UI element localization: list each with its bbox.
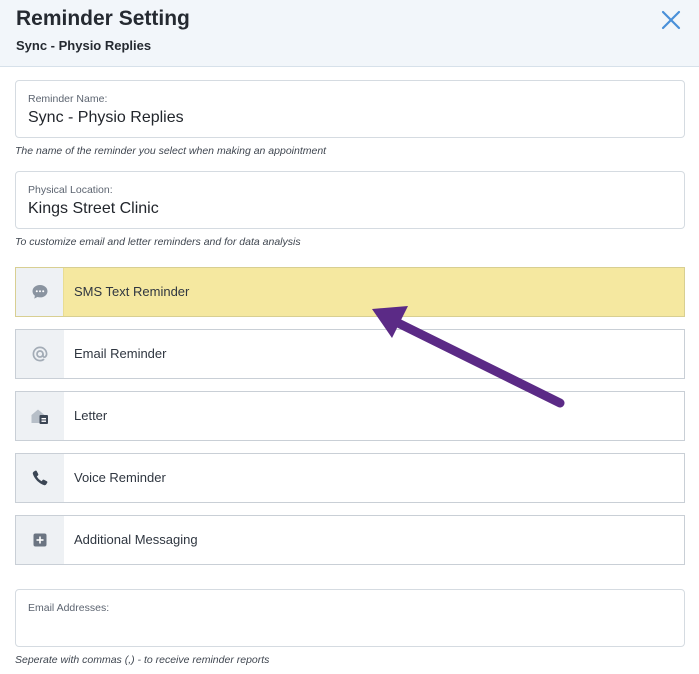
physical-location-field[interactable]: Physical Location: Kings Street Clinic	[15, 171, 685, 229]
dialog-header: Reminder Setting Sync - Physio Replies	[0, 0, 699, 67]
plus-square-icon	[33, 533, 47, 547]
email-addresses-hint: Seperate with commas (,) - to receive re…	[15, 654, 270, 666]
email-addresses-label: Email Addresses:	[28, 602, 110, 614]
letter-icon	[31, 409, 48, 424]
letter-label: Letter	[74, 408, 108, 423]
chat-bubble-icon	[32, 285, 47, 299]
additional-messaging-icon-cell	[16, 516, 64, 564]
physical-location-hint: To customize email and letter reminders …	[15, 236, 301, 248]
email-addresses-field[interactable]: Email Addresses:	[15, 589, 685, 647]
dialog-title: Reminder Setting	[16, 7, 190, 30]
reminder-name-hint: The name of the reminder you select when…	[15, 145, 327, 157]
reminder-name-label: Reminder Name:	[28, 93, 108, 105]
voice-icon-cell	[16, 454, 64, 502]
letter-icon-cell	[16, 392, 64, 440]
letter-row[interactable]: Letter	[15, 391, 685, 441]
reminder-name-field[interactable]: Reminder Name: Sync - Physio Replies	[15, 80, 685, 138]
reminder-name-value[interactable]: Sync - Physio Replies	[28, 109, 184, 127]
physical-location-label: Physical Location:	[28, 184, 113, 196]
voice-reminder-row[interactable]: Voice Reminder	[15, 453, 685, 503]
sms-text-reminder-label: SMS Text Reminder	[74, 284, 190, 299]
voice-reminder-label: Voice Reminder	[74, 470, 166, 485]
at-sign-icon	[32, 346, 48, 362]
email-reminder-row[interactable]: Email Reminder	[15, 329, 685, 379]
additional-messaging-label: Additional Messaging	[74, 532, 198, 547]
physical-location-value[interactable]: Kings Street Clinic	[28, 200, 159, 218]
additional-messaging-row[interactable]: Additional Messaging	[15, 515, 685, 565]
close-icon	[661, 10, 681, 30]
dialog-subtitle: Sync - Physio Replies	[16, 38, 152, 53]
phone-icon	[32, 470, 48, 486]
close-button[interactable]	[659, 8, 683, 32]
email-icon-cell	[16, 330, 64, 378]
sms-icon-cell	[16, 268, 64, 316]
sms-text-reminder-row[interactable]: SMS Text Reminder	[15, 267, 685, 317]
email-reminder-label: Email Reminder	[74, 346, 167, 361]
